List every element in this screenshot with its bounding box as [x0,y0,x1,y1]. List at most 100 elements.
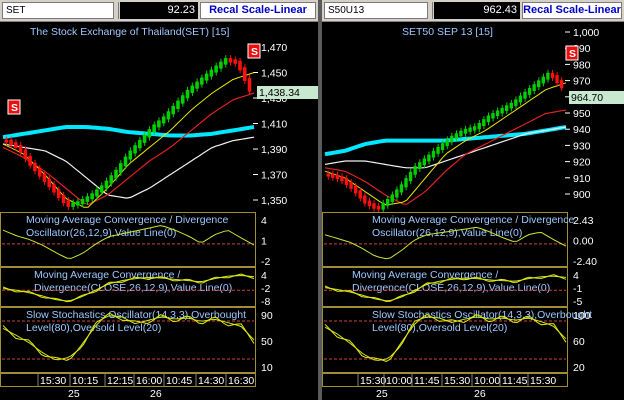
y-axis-tick-label: 910 [573,173,591,185]
day-axis-label: 25 [68,388,80,400]
y-axis-tick-label: 930 [573,140,591,152]
y-axis-tick-label: 900 [573,189,591,201]
time-axis-label: 10:00 [386,375,412,387]
y-axis-tick-label: 1,450 [261,68,287,80]
candle-body [390,194,394,202]
panel-axis-label: -2 [261,256,270,268]
candle-body [23,149,28,160]
candle-body [459,130,463,137]
panel-axis-label: 20 [573,362,585,374]
candle-body [559,80,564,89]
time-axis-label: 15:30 [360,375,386,387]
candle-body [468,127,472,132]
panel-axis-label: 10 [261,362,273,374]
symbol-field[interactable]: SET [2,2,114,19]
candle-body [66,200,71,207]
panel-title-line: Moving Average Convergence / [34,269,180,281]
y-axis-tick-label: 980 [573,59,591,71]
candle-body [349,182,353,189]
recal-scale-button[interactable]: Recal Scale-Linear [522,2,622,19]
candle-body [128,150,133,160]
candle-body [541,76,545,84]
candle-body [422,158,426,166]
panel-title-line: Oscillator(26,12,9),Value Line(0) [26,227,176,239]
candle-body [161,116,166,124]
candle-body [376,205,381,210]
panel-axis-label: 60 [573,336,585,348]
candle-body [33,162,37,172]
panel-axis-label: -8 [261,296,270,308]
candle-body [463,128,468,134]
moving-average-long-line [2,125,255,140]
panel-title-line: Divergence(CLOSE,26,12,9),Value Line(0) [34,282,232,294]
sell-signal-label: S [11,102,18,114]
symbol-field[interactable]: S50U13 [324,2,428,19]
moving-average-white-line [2,136,255,199]
chart-title: The Stock Exchange of Thailand(SET) [15] [30,26,229,38]
oscillator-line [324,226,567,260]
candle-body [491,113,495,119]
toolbar: SET 92.23 Recal Scale-Linear [0,0,318,22]
day-axis-label: 25 [376,388,388,400]
candle-body [37,168,42,177]
candle-body [363,195,367,204]
candle-body [431,150,436,158]
y-axis-tick-label: 1,350 [261,195,287,207]
candle-body [104,180,109,189]
candle-body [95,189,99,197]
candle-body [90,193,94,200]
candle-body [344,178,349,185]
candle-body [204,73,209,81]
candle-body [109,175,113,184]
y-axis-tick-label: 1,000 [573,27,599,39]
candle-body [171,105,175,115]
y-axis-tick-label: 1,390 [261,144,287,156]
candle-body [152,124,156,133]
time-axis-label: 12:15 [107,375,133,387]
toolbar-divider [432,2,433,19]
candle-body [555,75,559,84]
candle-body [80,198,85,205]
time-axis-label: 15:30 [530,375,556,387]
y-axis-tick-label: 1,410 [261,119,287,131]
y-axis-tick-label: 1,370 [261,170,287,182]
panel-axis-label: -5 [573,296,582,308]
candle-body [381,202,385,210]
candle-body [427,154,431,162]
panel-title-line: Level(80),Oversold Level(20) [372,322,507,334]
candle-body [486,115,491,123]
y-axis-tick-label: 940 [573,124,591,136]
candle-body [408,171,413,182]
candle-body [550,72,555,79]
candle-body [71,202,75,207]
time-axis-label: 10:45 [166,375,192,387]
candle-body [147,129,152,138]
sell-signal-label: S [569,48,576,60]
panel-title-line: Oscillator(26,12,9),Value Line(0) [372,227,522,239]
candle-body [372,203,376,209]
time-axis-label: 16:00 [136,375,162,387]
time-axis-label: 11:45 [502,375,528,387]
candle-body [185,89,190,99]
price-display: 92.23 [120,2,198,19]
candle-body [52,184,56,193]
price-display: 962.43 [434,2,520,19]
candle-body [190,85,195,93]
candle-body [214,65,218,73]
y-axis-tick-label: 950 [573,108,591,120]
toolbar: S50U13 962.43 Recal Scale-Linear [322,0,624,22]
recal-scale-button[interactable]: Recal Scale-Linear [200,2,316,19]
candle-body [532,84,536,91]
candle-body [14,142,18,148]
candle-body [209,69,214,77]
candle-body [436,147,440,154]
candle-body [176,100,180,109]
moving-average-red-line [324,109,567,205]
chart-pane-right: S50U13 962.43 Recal Scale-Linear SET50 S… [322,0,624,400]
candle-body [4,139,9,143]
panel-axis-label: 2.43 [573,215,594,227]
candle-body [47,178,51,188]
panel-axis-label: 0.00 [573,236,594,248]
moving-average-red-line [2,92,255,206]
candle-body [28,156,32,166]
